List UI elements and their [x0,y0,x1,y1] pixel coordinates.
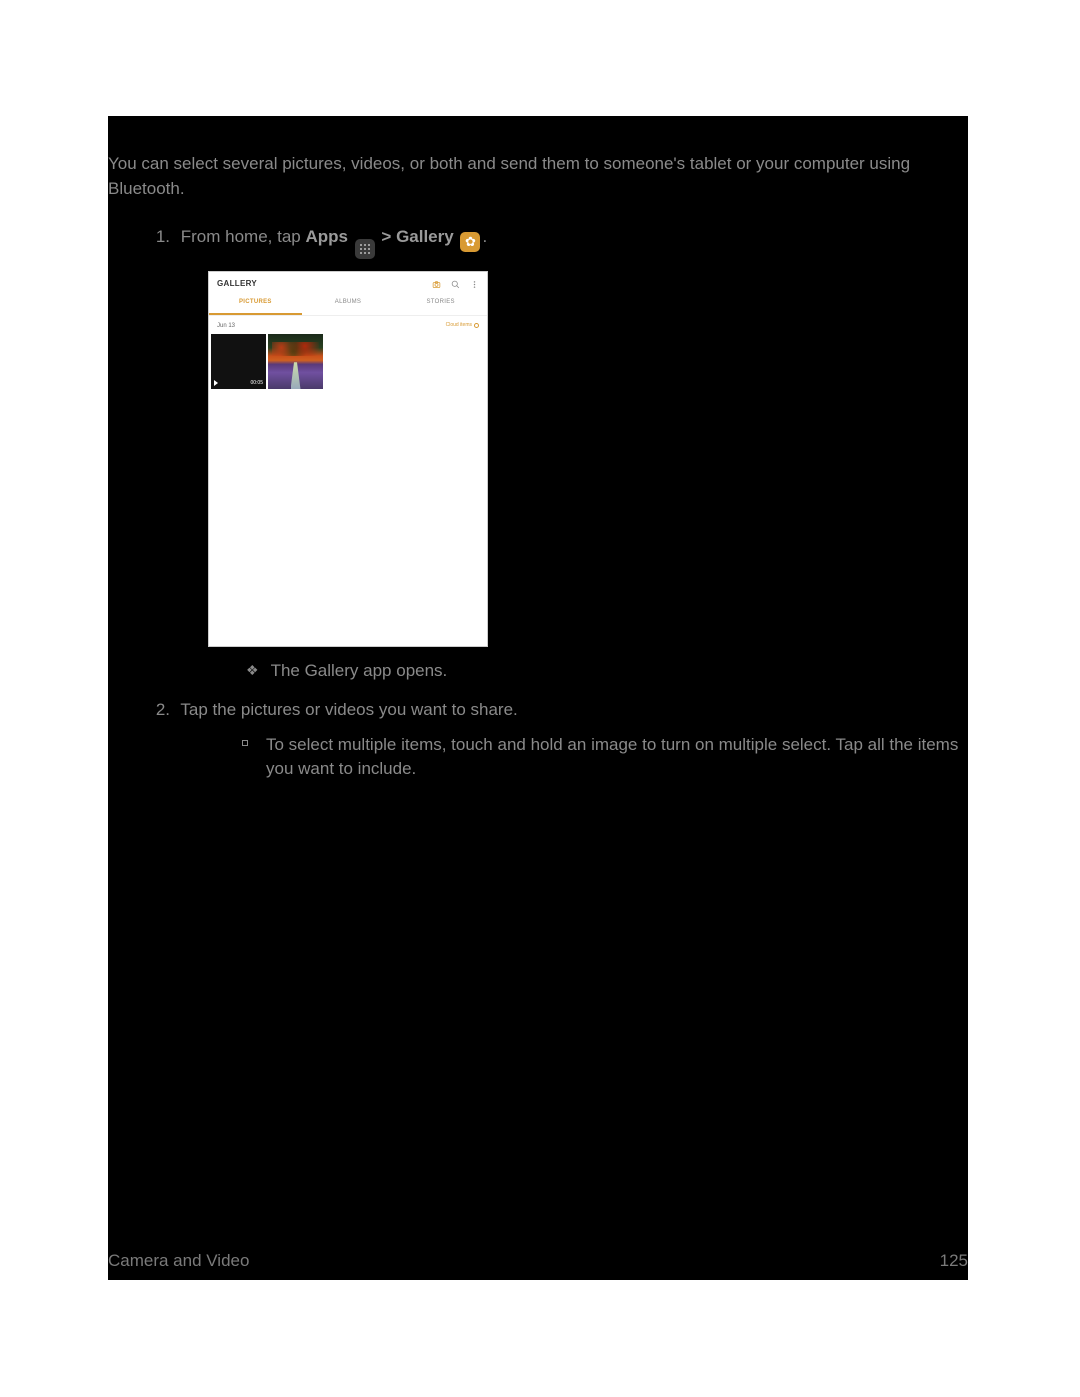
step-1: 1. From home, tap Apps > Gallery ✿ . GAL… [148,225,968,684]
step-body: From home, tap Apps > Gallery ✿ . [181,227,487,246]
page-content: You can select several pictures, videos,… [108,116,968,782]
footer-page-number: 125 [940,1249,968,1274]
step-body: Tap the pictures or videos you want to s… [180,700,517,719]
step-number: 1. [148,225,170,250]
tab-pictures: PICTURES [209,292,302,315]
shot-cloud: Cloud items [446,322,479,329]
substep: To select multiple items, touch and hold… [242,733,968,782]
thumb-photo [268,334,323,389]
camera-icon [432,280,441,289]
shot-thumbs: 00:05 [209,334,487,389]
substep: ❖ The Gallery app opens. [242,659,968,684]
shot-tabs: PICTURES ALBUMS STORIES [209,292,487,316]
gallery-label: Gallery [396,227,454,246]
substep-text: The Gallery app opens. [271,661,448,680]
shot-actions [432,280,479,289]
search-icon [451,280,460,289]
diamond-bullet-icon: ❖ [246,660,259,680]
step-2-substeps: To select multiple items, touch and hold… [242,733,968,782]
manual-page: You can select several pictures, videos,… [108,116,968,1280]
page-footer: Camera and Video 125 [108,1249,968,1280]
step-text-pre: From home, tap [181,227,306,246]
gallery-screenshot: GALLERY PICTURES ALBUMS STORIES Jun 1 [208,271,488,647]
step-1-substeps: ❖ The Gallery app opens. [242,659,968,684]
more-icon [470,280,479,289]
gallery-icon: ✿ [460,232,480,252]
square-bullet-icon [242,740,248,746]
intro-text: You can select several pictures, videos,… [108,152,968,201]
cloud-icon [474,323,479,328]
apps-label: Apps [305,227,348,246]
apps-icon [355,239,375,259]
shot-header: GALLERY [209,272,487,292]
footer-section: Camera and Video [108,1249,249,1274]
cloud-label: Cloud items [446,322,472,329]
step-number: 2. [148,698,170,723]
tab-albums: ALBUMS [302,292,395,315]
shot-date: Jun 13 [217,322,235,331]
shot-date-row: Jun 13 Cloud items [209,316,487,335]
separator: > [377,227,396,246]
step-2: 2. Tap the pictures or videos you want t… [148,698,968,782]
substep-text: To select multiple items, touch and hold… [266,733,962,782]
thumb-video: 00:05 [211,334,266,389]
steps-list: 1. From home, tap Apps > Gallery ✿ . GAL… [148,225,968,782]
video-duration: 00:05 [250,380,263,387]
shot-title: GALLERY [217,278,257,290]
step-text-end: . [482,227,487,246]
tab-stories: STORIES [394,292,487,315]
